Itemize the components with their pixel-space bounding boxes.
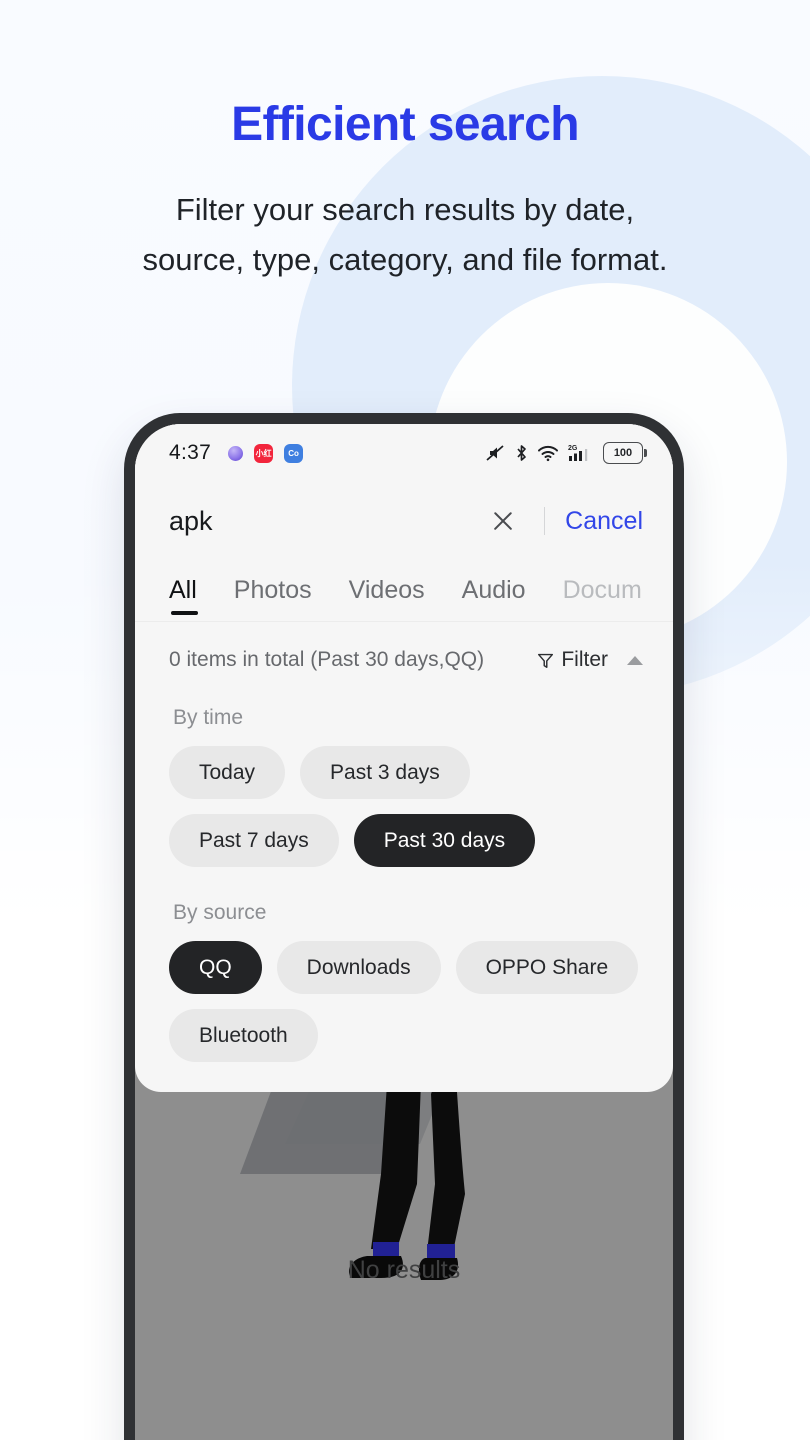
chip-past-30-days[interactable]: Past 30 days	[353, 814, 536, 867]
red-app-icon: 小红	[254, 443, 274, 463]
category-tabs: All Photos Videos Audio Docum	[135, 560, 673, 622]
promo-screenshot: Efficient search Filter your search resu…	[0, 0, 810, 1440]
chip-bluetooth[interactable]: Bluetooth	[169, 1009, 318, 1062]
tab-audio[interactable]: Audio	[462, 576, 526, 621]
chip-oppo-share[interactable]: OPPO Share	[455, 941, 639, 994]
group-title-by-source: By source	[173, 901, 267, 924]
tab-all[interactable]: All	[169, 576, 198, 621]
battery-indicator: 100	[603, 442, 647, 464]
tab-photos[interactable]: Photos	[234, 576, 312, 621]
cellular-signal-icon: 2G	[568, 445, 588, 461]
chip-qq[interactable]: QQ	[169, 941, 262, 994]
results-summary-row: 0 items in total (Past 30 days,QQ) Filte…	[135, 622, 673, 672]
chip-today[interactable]: Today	[169, 746, 286, 799]
filter-group-by-time: By time Today Past 3 days Past 7 days Pa…	[135, 706, 673, 867]
search-divider	[543, 507, 546, 535]
bluetooth-icon	[517, 445, 526, 461]
status-bar-right: 2G 100	[484, 442, 647, 464]
wifi-icon	[538, 445, 558, 462]
funnel-icon	[538, 653, 554, 668]
svg-text:2G: 2G	[568, 445, 578, 452]
mute-icon	[486, 445, 504, 461]
page-subtitle: Filter your search results by date, sour…	[0, 185, 810, 285]
chip-downloads[interactable]: Downloads	[276, 941, 441, 994]
results-count: 0 items in total (Past 30 days,QQ)	[169, 648, 485, 671]
status-bar: 4:37 小红 Co 2G 100	[135, 424, 673, 482]
search-filter-sheet: apk Cancel All Photos Videos Audio Docum…	[135, 424, 673, 1092]
tab-videos[interactable]: Videos	[349, 576, 425, 621]
subtitle-line-1: Filter your search results by date,	[175, 192, 635, 227]
chip-list-by-time: Today Past 3 days Past 7 days Past 30 da…	[169, 746, 639, 867]
tab-documents[interactable]: Docum	[563, 576, 642, 621]
chip-past-3-days[interactable]: Past 3 days	[300, 746, 470, 799]
filter-button[interactable]: Filter	[537, 648, 643, 672]
chip-list-by-source: QQ Downloads OPPO Share Bluetooth	[169, 941, 639, 1062]
page-title: Efficient search	[231, 98, 579, 151]
search-bar: apk Cancel	[135, 482, 673, 560]
phone-screen: No results apk Cancel All Photos Videos …	[135, 424, 673, 1440]
clear-icon[interactable]	[486, 504, 520, 538]
blue-app-icon: Co	[284, 443, 304, 463]
filter-group-by-source: By source QQ Downloads OPPO Share Blueto…	[135, 901, 673, 1062]
chip-past-7-days[interactable]: Past 7 days	[169, 814, 339, 867]
chevron-up-icon	[627, 655, 643, 665]
group-title-by-time: By time	[173, 706, 244, 729]
phone-frame: No results apk Cancel All Photos Videos …	[124, 413, 684, 1440]
search-input[interactable]: apk	[169, 506, 486, 537]
dot-indicator-icon	[228, 445, 244, 461]
cancel-button[interactable]: Cancel	[565, 507, 643, 536]
subtitle-line-2: source, type, category, and file format.	[142, 242, 668, 278]
filter-label: Filter	[561, 648, 608, 671]
clock: 4:37	[169, 441, 212, 464]
status-bar-left: 4:37 小红 Co	[169, 441, 304, 465]
